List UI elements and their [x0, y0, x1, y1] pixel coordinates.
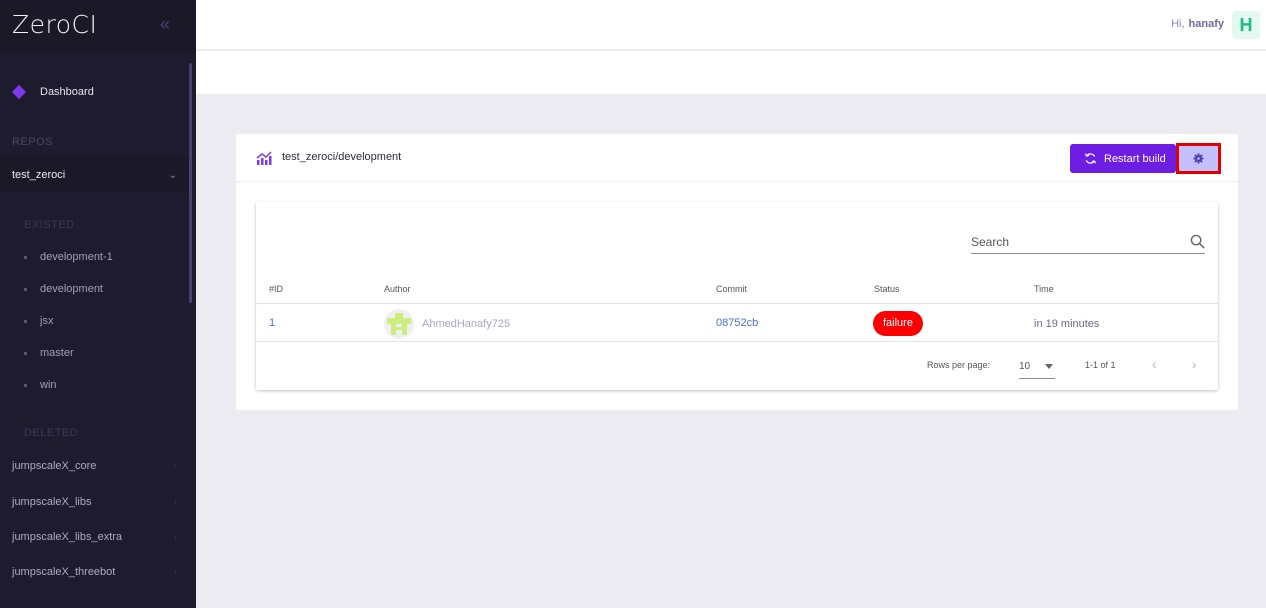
dropdown-arrow-icon: [1045, 364, 1053, 369]
build-time: in 19 minutes: [1034, 318, 1100, 330]
restart-build-label: Restart build: [1104, 152, 1166, 165]
branch-item[interactable]: development: [24, 283, 103, 295]
repo-label: jumpscaleX_core: [12, 460, 97, 472]
table-pagination: Rows per page: 10 1-1 of 1 ‹ ›: [256, 343, 1218, 390]
existed-section-title: EXISTED: [24, 219, 75, 231]
branch-item[interactable]: master: [24, 347, 74, 359]
branch-label: jsx: [40, 315, 54, 327]
settings-button[interactable]: [1176, 143, 1221, 174]
sidebar-scrollbar[interactable]: [189, 63, 192, 303]
bullet-icon: [24, 287, 27, 291]
repo-item[interactable]: jumpscaleX_libs ›: [12, 496, 177, 508]
repos-section-title: REPOS: [12, 136, 54, 148]
repo-label: jumpscaleX_threebot: [12, 566, 116, 578]
column-header-author[interactable]: Author: [384, 284, 411, 294]
repo-label: jumpscaleX_libs: [12, 496, 92, 508]
chevron-right-icon: ›: [173, 566, 177, 578]
sidebar: ZeroCI « Dashboard REPOS test_zeroci ⌄ E…: [0, 0, 196, 608]
author-name[interactable]: AhmedHanafy725: [422, 318, 510, 330]
bullet-icon: [24, 319, 27, 323]
sub-header: [196, 51, 1266, 94]
author-avatar: [384, 309, 414, 339]
collapse-sidebar-icon[interactable]: «: [160, 14, 170, 35]
user-greeting: Hi, hanafy: [1171, 18, 1224, 30]
branch-label: master: [40, 347, 74, 359]
column-header-id[interactable]: #ID: [269, 284, 283, 294]
rows-per-page-select[interactable]: 10: [1019, 355, 1055, 379]
trending-chart-icon: [256, 151, 272, 165]
greeting-text: Hi,: [1171, 18, 1185, 30]
column-header-status[interactable]: Status: [874, 284, 900, 294]
branch-item[interactable]: jsx: [24, 315, 53, 327]
previous-page-icon[interactable]: ‹: [1152, 356, 1157, 372]
build-card: test_zeroci/development Restart build Se…: [236, 134, 1238, 410]
branch-label: win: [40, 379, 57, 391]
refresh-icon: [1084, 153, 1097, 164]
repo-item[interactable]: jumpscaleX_core ›: [12, 460, 177, 472]
gear-icon: [1193, 153, 1204, 164]
branch-item[interactable]: win: [24, 379, 57, 391]
rows-per-page-value: 10: [1019, 361, 1031, 372]
pagination-range: 1-1 of 1: [1085, 360, 1116, 370]
logo-area: ZeroCI «: [0, 0, 196, 50]
card-header: test_zeroci/development Restart build: [236, 134, 1238, 182]
restart-build-button[interactable]: Restart build: [1070, 144, 1176, 173]
sidebar-item-label: Dashboard: [40, 86, 94, 98]
search-icon[interactable]: [1190, 234, 1205, 249]
repo-item[interactable]: jumpscaleX_libs_extra ›: [12, 531, 177, 543]
sidebar-item-dashboard[interactable]: Dashboard: [0, 74, 189, 110]
card-title: test_zeroci/development: [282, 151, 402, 163]
rows-per-page-label: Rows per page:: [927, 360, 991, 370]
column-header-time[interactable]: Time: [1034, 284, 1054, 294]
table-row[interactable]: 1 AhmedHanafy725 08752cb failure in 19 m…: [256, 305, 1218, 342]
branch-label: development: [40, 283, 103, 295]
status-badge: failure: [873, 311, 923, 336]
topbar: Hi, hanafy H: [196, 0, 1266, 50]
logo[interactable]: ZeroCI: [12, 10, 97, 39]
dashboard-layers-icon: [12, 85, 26, 99]
bullet-icon: [24, 351, 27, 355]
next-page-icon[interactable]: ›: [1192, 356, 1197, 372]
username: hanafy: [1188, 18, 1224, 30]
build-id-link[interactable]: 1: [269, 317, 275, 329]
chevron-right-icon: ›: [173, 460, 177, 472]
bullet-icon: [24, 255, 27, 259]
commit-link[interactable]: 08752cb: [716, 317, 758, 329]
deleted-section-title: DELETED: [24, 427, 79, 439]
table-header: #ID Author Commit Status Time: [256, 272, 1218, 304]
repo-item-test-zeroci[interactable]: test_zeroci ⌄: [0, 157, 189, 193]
user-avatar[interactable]: H: [1232, 11, 1260, 39]
chevron-right-icon: ›: [173, 496, 177, 508]
column-header-commit[interactable]: Commit: [716, 284, 747, 294]
search-input[interactable]: [971, 234, 1171, 249]
builds-table: #ID Author Commit Status Time 1 AhmedHan…: [256, 202, 1218, 390]
repo-item[interactable]: jumpscaleX_threebot ›: [12, 566, 177, 578]
search-field[interactable]: [971, 230, 1205, 254]
bullet-icon: [24, 383, 27, 387]
branch-label: development-1: [40, 251, 113, 263]
repo-label: test_zeroci: [12, 169, 66, 181]
repo-label: jumpscaleX_libs_extra: [12, 531, 123, 543]
chevron-down-icon: ⌄: [168, 169, 177, 181]
branch-item[interactable]: development-1: [24, 251, 113, 263]
chevron-right-icon: ›: [173, 531, 177, 543]
